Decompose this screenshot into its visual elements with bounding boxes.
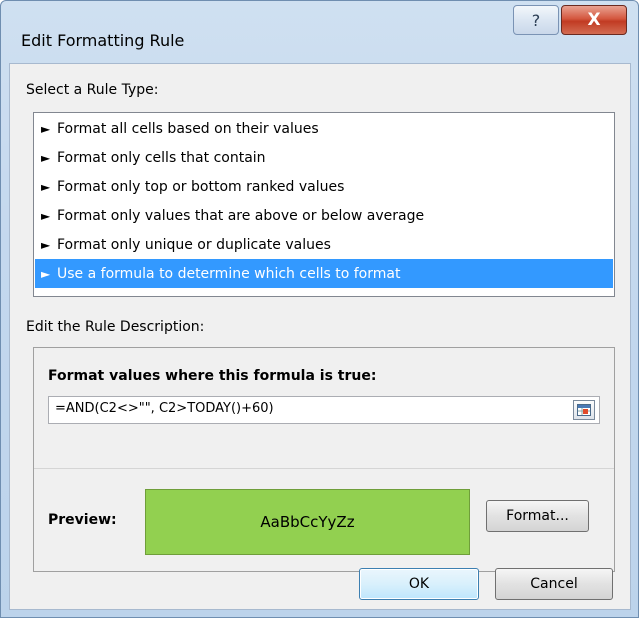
ok-button[interactable]: OK (359, 568, 479, 600)
formula-area: Format values where this formula is true… (34, 348, 614, 452)
close-icon: X (587, 10, 601, 30)
formula-value: =AND(C2<>"", C2>TODAY()+60) (55, 401, 274, 416)
rule-item-label: Format all cells based on their values (57, 120, 319, 137)
rule-item-label: Use a formula to determine which cells t… (57, 265, 401, 282)
rule-item-cells-contain[interactable]: ► Format only cells that contain (35, 143, 613, 172)
arrow-icon: ► (41, 237, 51, 252)
rule-item-label: Format only unique or duplicate values (57, 236, 331, 253)
rule-item-label: Format only top or bottom ranked values (57, 178, 345, 195)
arrow-icon: ► (41, 121, 51, 136)
preview-label: Preview: (48, 512, 117, 528)
rule-item-unique-duplicate[interactable]: ► Format only unique or duplicate values (35, 230, 613, 259)
rule-item-label: Format only cells that contain (57, 149, 266, 166)
rule-item-use-formula[interactable]: ► Use a formula to determine which cells… (35, 259, 613, 288)
title-bar: Edit Formatting Rule ? X (1, 1, 638, 63)
formula-title: Format values where this formula is true… (48, 368, 377, 384)
arrow-icon: ► (41, 179, 51, 194)
arrow-icon: ► (41, 208, 51, 223)
format-button-label: Format... (506, 508, 569, 524)
cancel-button[interactable]: Cancel (495, 568, 613, 600)
arrow-icon: ► (41, 266, 51, 281)
edit-rule-description-label: Edit the Rule Description: (26, 319, 205, 335)
range-select-icon (577, 404, 591, 416)
arrow-icon: ► (41, 150, 51, 165)
rule-item-top-bottom[interactable]: ► Format only top or bottom ranked value… (35, 172, 613, 201)
close-button[interactable]: X (561, 5, 627, 35)
formula-input[interactable]: =AND(C2<>"", C2>TODAY()+60) (48, 396, 600, 424)
divider (34, 468, 614, 469)
dialog-title: Edit Formatting Rule (21, 31, 185, 50)
rule-item-label: Format only values that are above or bel… (57, 207, 425, 224)
rule-description-panel: Format values where this formula is true… (33, 347, 615, 572)
help-button[interactable]: ? (513, 5, 559, 35)
cancel-button-label: Cancel (530, 576, 578, 592)
rule-item-above-below-average[interactable]: ► Format only values that are above or b… (35, 201, 613, 230)
collapse-dialog-button[interactable] (573, 400, 595, 420)
rule-item-all-cells[interactable]: ► Format all cells based on their values (35, 114, 613, 143)
edit-formatting-rule-dialog: Edit Formatting Rule ? X Select a Rule T… (0, 0, 639, 618)
ok-button-label: OK (408, 576, 430, 592)
preview-text: AaBbCcYyZz (260, 513, 355, 531)
rule-type-list[interactable]: ► Format all cells based on their values… (33, 112, 615, 297)
format-button[interactable]: Format... (486, 500, 589, 532)
preview-swatch: AaBbCcYyZz (145, 489, 470, 555)
help-icon: ? (531, 10, 541, 30)
select-rule-type-label: Select a Rule Type: (26, 82, 159, 98)
